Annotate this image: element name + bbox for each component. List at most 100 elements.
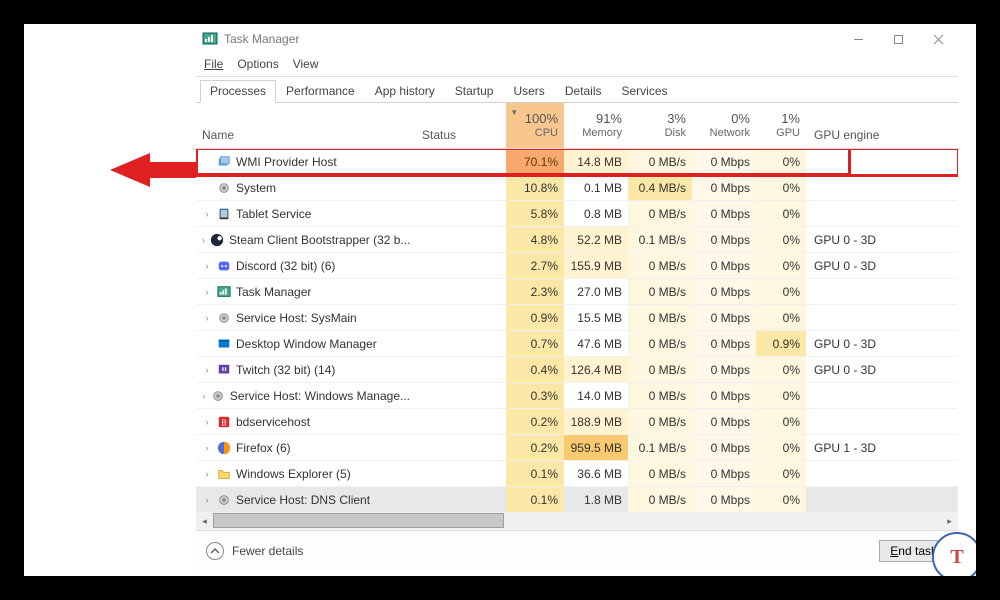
status-cell [416,305,506,330]
network-cell: 0 Mbps [692,331,756,356]
gpu-engine-cell: GPU 0 - 3D [806,357,886,382]
process-row[interactable]: ›Bbdservicehost0.2%188.9 MB0 MB/s0 Mbps0… [196,409,958,435]
expand-chevron-icon[interactable]: › [202,391,206,401]
cpu-cell: 0.9% [506,305,564,330]
gpu-engine-cell: GPU 0 - 3D [806,253,886,278]
network-cell: 0 Mbps [692,175,756,200]
expand-chevron-icon[interactable]: › [202,417,212,427]
process-row[interactable]: ›Twitch (32 bit) (14)0.4%126.4 MB0 MB/s0… [196,357,958,383]
header-status[interactable]: Status [416,103,506,148]
process-row[interactable]: ›Service Host: Windows Manage...0.3%14.0… [196,383,958,409]
process-name: Task Manager [236,285,311,299]
process-row[interactable]: ›Service Host: DNS Client0.1%1.8 MB0 MB/… [196,487,958,513]
process-table: ▾ Name Status 100%CPU 91%Memory 3%Disk 0… [196,103,958,530]
scroll-left-button[interactable]: ◂ [196,513,213,530]
process-row[interactable]: ›Service Host: SysMain0.9%15.5 MB0 MB/s0… [196,305,958,331]
expand-chevron-icon[interactable]: › [202,443,212,453]
process-name: Service Host: SysMain [236,311,357,325]
header-memory[interactable]: 91%Memory [564,103,628,148]
cpu-cell: 5.8% [506,201,564,226]
status-cell [416,487,506,512]
process-icon: B [216,414,232,430]
app-icon [202,31,218,47]
gpu-cell: 0% [756,279,806,304]
status-cell [416,331,506,356]
process-row[interactable]: ›Windows Explorer (5)0.1%36.6 MB0 MB/s0 … [196,461,958,487]
horizontal-scrollbar[interactable]: ◂ ▸ [196,513,958,530]
header-disk[interactable]: 3%Disk [628,103,692,148]
tab-processes[interactable]: Processes [200,80,276,103]
network-cell: 0 Mbps [692,253,756,278]
task-manager-window: Task Manager File Options View Processes… [196,24,958,570]
column-headers: Name Status 100%CPU 91%Memory 3%Disk 0%N… [196,103,958,149]
cpu-cell: 70.1% [506,149,564,174]
maximize-button[interactable] [878,24,918,54]
watermark-logo: T [932,532,976,576]
process-row[interactable]: Desktop Window Manager0.7%47.6 MB0 MB/s0… [196,331,958,357]
disk-cell: 0 MB/s [628,409,692,434]
process-row[interactable]: ›Tablet Service5.8%0.8 MB0 MB/s0 Mbps0% [196,201,958,227]
gpu-cell: 0% [756,435,806,460]
expand-chevron-icon[interactable]: › [202,261,212,271]
header-gpu[interactable]: 1%GPU [756,103,806,148]
memory-cell: 36.6 MB [564,461,628,486]
menu-view[interactable]: View [293,57,319,71]
network-cell: 0 Mbps [692,149,756,174]
tab-performance[interactable]: Performance [276,80,365,103]
memory-cell: 1.8 MB [564,487,628,512]
page-frame: Task Manager File Options View Processes… [24,24,976,576]
header-gpu-engine[interactable]: GPU engine [806,103,886,148]
process-icon [216,440,232,456]
disk-cell: 0 MB/s [628,357,692,382]
process-icon [216,180,232,196]
status-cell [416,435,506,460]
network-cell: 0 Mbps [692,305,756,330]
process-icon [216,466,232,482]
menu-options[interactable]: Options [237,57,278,71]
process-row[interactable]: WMI Provider Host70.1%14.8 MB0 MB/s0 Mbp… [196,149,958,175]
process-row[interactable]: ›Firefox (6)0.2%959.5 MB0.1 MB/s0 Mbps0%… [196,435,958,461]
process-icon [209,232,225,248]
expand-chevron-icon[interactable]: › [202,469,212,479]
close-button[interactable] [918,24,958,54]
cpu-cell: 0.1% [506,487,564,512]
process-name: Firefox (6) [236,441,291,455]
titlebar: Task Manager [196,24,958,54]
gpu-engine-cell [806,149,886,174]
process-name: WMI Provider Host [236,155,337,169]
process-row[interactable]: ›Steam Client Bootstrapper (32 b...4.8%5… [196,227,958,253]
expand-chevron-icon[interactable]: › [202,495,212,505]
process-name: Service Host: Windows Manage... [230,389,410,403]
window-title: Task Manager [224,32,838,46]
expand-chevron-icon[interactable]: › [202,235,205,245]
header-name[interactable]: Name [196,103,416,148]
process-row[interactable]: System10.8%0.1 MB0.4 MB/s0 Mbps0% [196,175,958,201]
tab-startup[interactable]: Startup [445,80,504,103]
tab-app-history[interactable]: App history [365,80,445,103]
gpu-cell: 0% [756,305,806,330]
process-row[interactable]: ›Discord (32 bit) (6)2.7%155.9 MB0 MB/s0… [196,253,958,279]
gpu-cell: 0.9% [756,331,806,356]
fewer-details-toggle[interactable]: Fewer details [206,542,303,560]
network-cell: 0 Mbps [692,201,756,226]
process-name: Service Host: DNS Client [236,493,370,507]
tab-details[interactable]: Details [555,80,612,103]
tab-users[interactable]: Users [503,80,554,103]
expand-chevron-icon[interactable]: › [202,313,212,323]
expand-chevron-icon[interactable]: › [202,365,212,375]
gpu-cell: 0% [756,201,806,226]
disk-cell: 0 MB/s [628,279,692,304]
expand-chevron-icon[interactable]: › [202,209,212,219]
scroll-right-button[interactable]: ▸ [941,513,958,530]
minimize-button[interactable] [838,24,878,54]
process-name: bdservicehost [236,415,310,429]
tab-services[interactable]: Services [612,80,678,103]
process-rows[interactable]: WMI Provider Host70.1%14.8 MB0 MB/s0 Mbp… [196,149,958,513]
process-row[interactable]: ›Task Manager2.3%27.0 MB0 MB/s0 Mbps0% [196,279,958,305]
expand-chevron-icon[interactable]: › [202,287,212,297]
svg-text:B: B [221,418,226,427]
header-network[interactable]: 0%Network [692,103,756,148]
status-cell [416,253,506,278]
cpu-cell: 2.7% [506,253,564,278]
menu-file[interactable]: File [204,57,223,71]
